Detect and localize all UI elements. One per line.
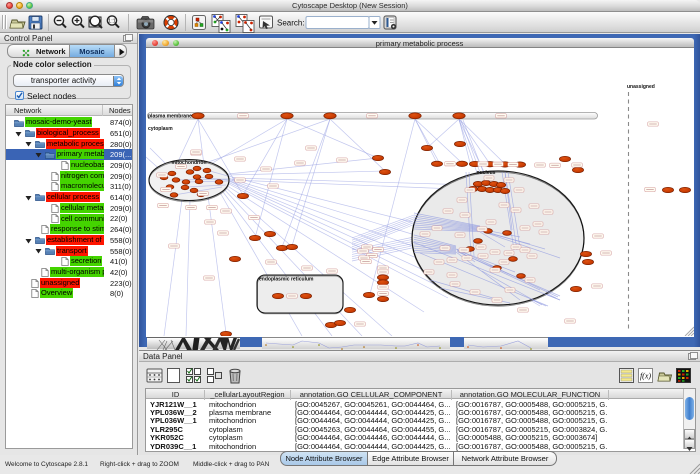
svg-text:nucleus: nucleus (477, 170, 496, 176)
svg-text:unassigned: unassigned (627, 84, 655, 90)
svg-text:Search:: Search: (277, 19, 305, 28)
svg-text:endoplasmic reticulum: endoplasmic reticulum (259, 277, 314, 283)
svg-text:plasma membrane: plasma membrane (148, 114, 192, 120)
svg-text:cytoplasm: cytoplasm (148, 126, 173, 132)
svg-text:1:1: 1:1 (108, 19, 116, 25)
svg-text:f(x): f(x) (640, 372, 651, 381)
